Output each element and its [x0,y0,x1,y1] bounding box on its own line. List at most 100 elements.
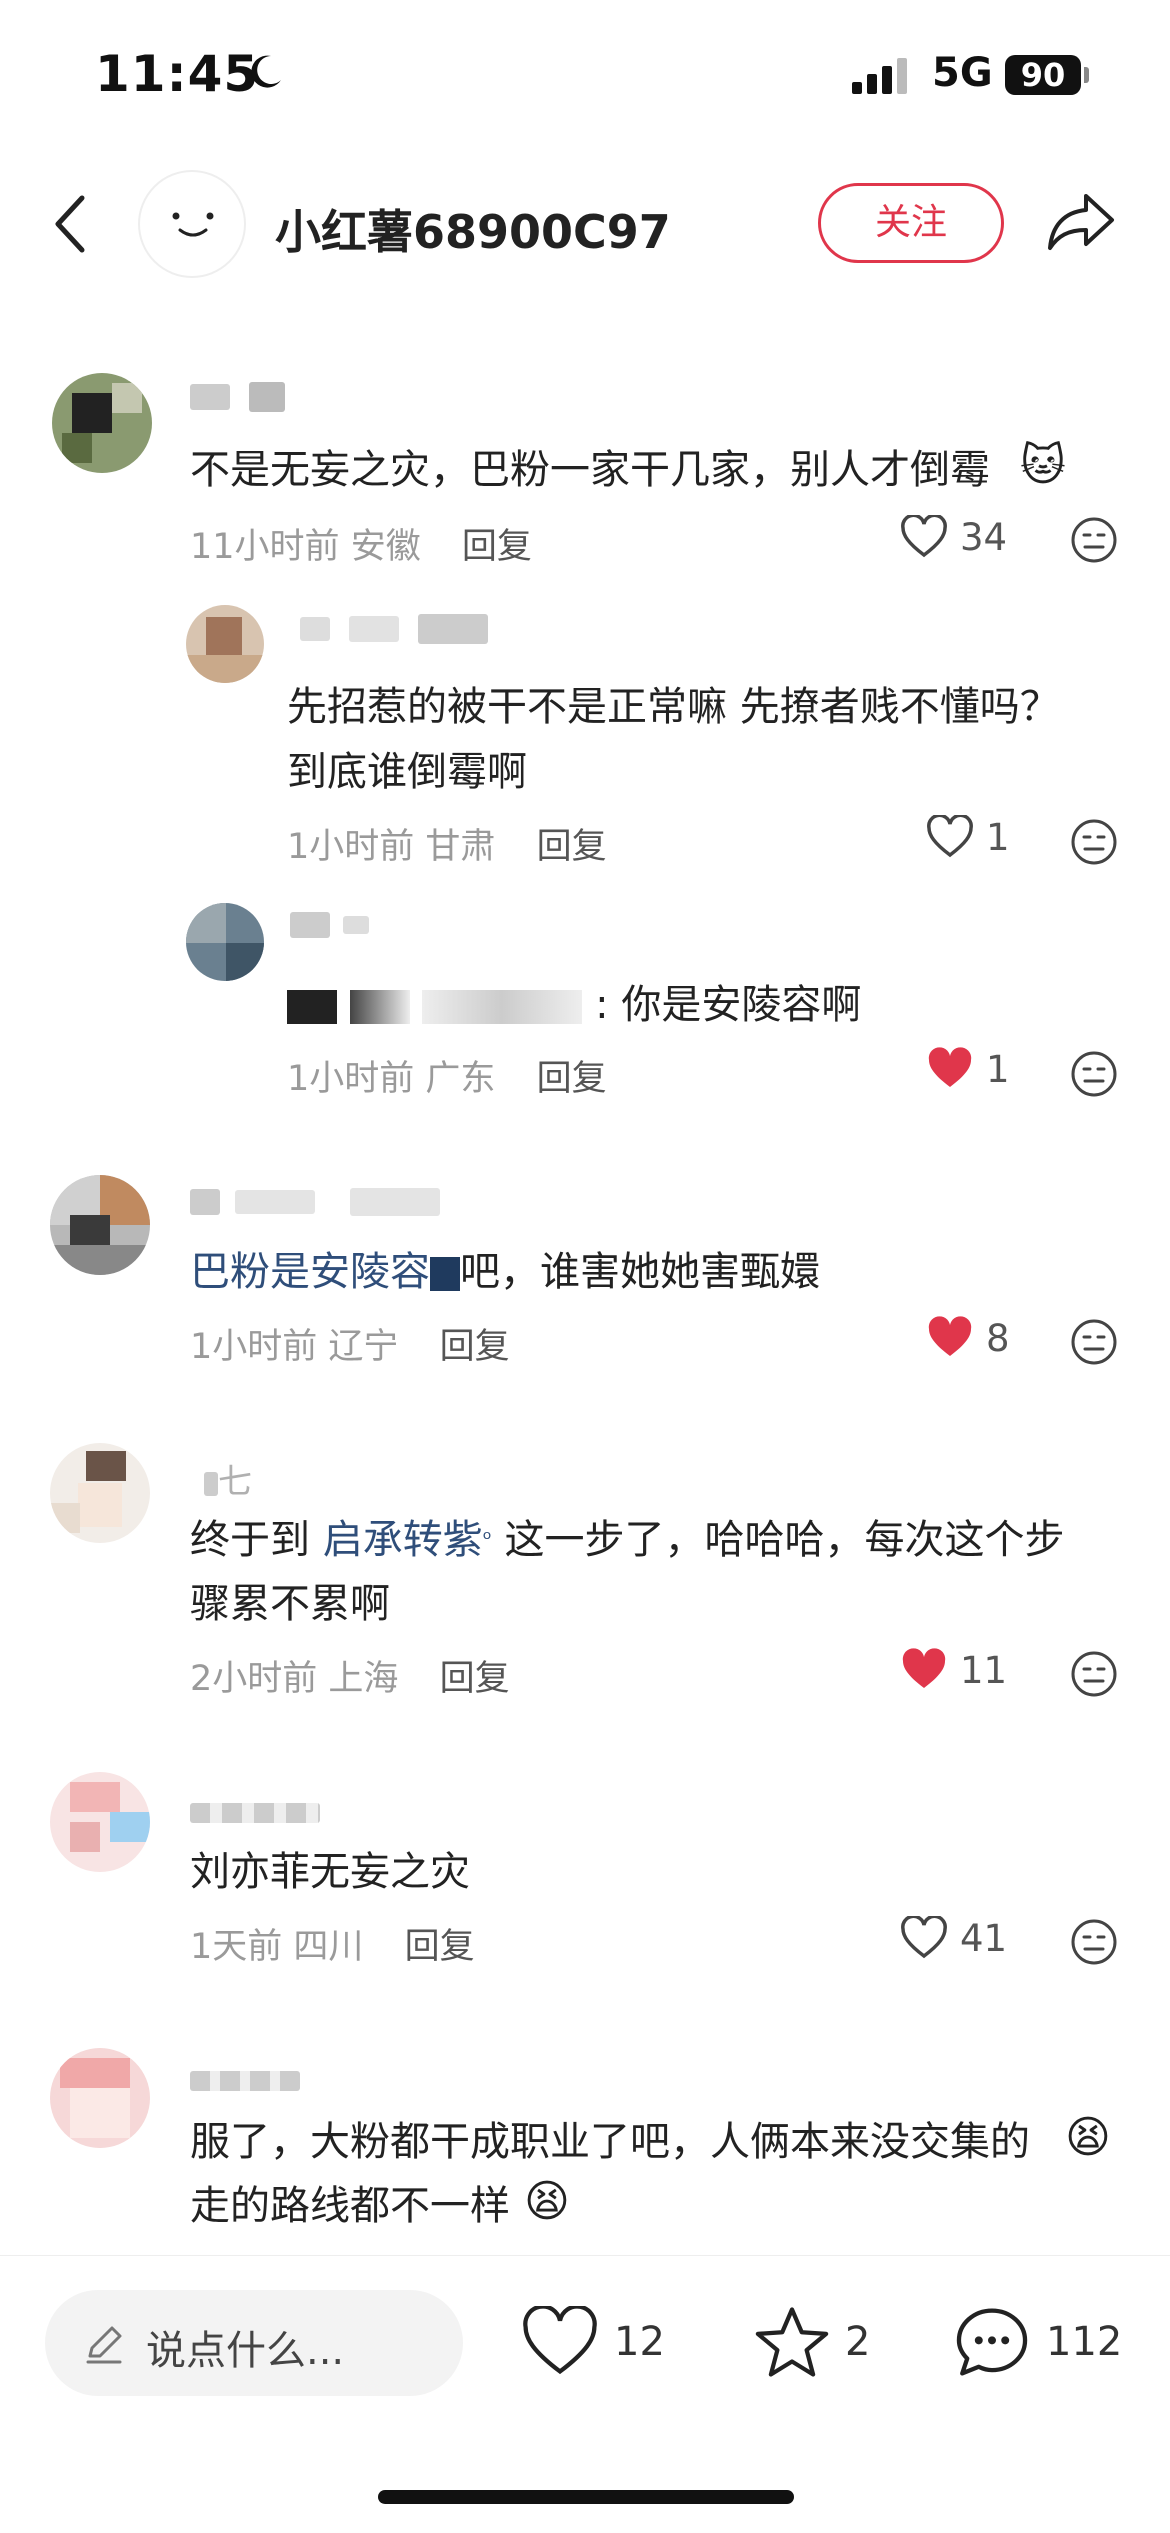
battery-tip [1084,67,1089,83]
comment-username-text: 七 [218,1462,252,1502]
comment-input-placeholder: 说点什么... [146,2328,345,2374]
comment-bubble-icon [956,2308,1028,2376]
comment-location: 上海 [328,1659,399,1699]
comment-location: 四川 [293,1927,364,1967]
comment-username[interactable] [190,382,286,412]
back-icon[interactable] [50,192,90,256]
dislike-face-icon[interactable] [1070,1650,1118,1698]
comment-avatar[interactable] [50,2048,150,2148]
post-like-count: 12 [614,2319,665,2365]
comment-text-rest: 这一步了，哈哈哈，每次这个步 [491,1517,1065,1563]
cat-emoji-icon: 🐱 [1020,440,1066,491]
dislike-face-icon[interactable] [1070,1318,1118,1366]
comment-username[interactable]: 七 [204,1454,252,1503]
reply-username[interactable] [300,614,489,644]
post-comment-button[interactable]: 112 [952,2304,1122,2380]
heart-outline-icon [901,515,947,558]
topic-link-label: 启承转紫 [322,1517,483,1563]
post-comment-count: 112 [1046,2319,1123,2365]
like-count: 11 [960,1648,1008,1692]
comment-location: 安徽 [350,527,421,567]
redacted-block [430,1257,460,1291]
moon-icon [251,55,281,88]
reply-avatar[interactable] [186,903,264,981]
comment-username[interactable] [190,1188,441,1216]
mention-redacted [349,990,410,1024]
reply-meta: 1小时前 甘肃 回复 [287,818,607,869]
like-count: 41 [960,1916,1008,1960]
star-outline-icon [755,2307,829,2377]
comment-text-line1: 服了，大粉都干成职业了吧，人俩本来没交集的 [190,2119,1030,2165]
comment-meta: 2小时前 上海 回复 [190,1650,510,1701]
comment-avatar[interactable] [50,1175,150,1275]
dislike-face-icon[interactable] [1070,1050,1118,1098]
reply-button[interactable]: 回复 [440,1327,510,1367]
comment-text-prefix: 终于到 [190,1517,323,1563]
reply-button[interactable]: 回复 [462,527,532,567]
follow-button[interactable]: 关注 [818,183,1004,263]
dislike-face-icon[interactable] [1070,516,1118,564]
comment-text: 刘亦菲无妄之灾 [190,1849,470,1895]
like-button[interactable]: 34 [900,515,1007,559]
topic-link[interactable]: 巴粉是安陵容 [190,1249,430,1295]
reply-button[interactable]: 回复 [537,827,607,867]
reply-button[interactable]: 回复 [405,1927,475,1967]
reply-time: 1小时前 [287,827,415,867]
heart-outline-icon [523,2306,597,2375]
home-indicator[interactable] [378,2490,794,2504]
comment-avatar[interactable] [52,373,152,473]
reply-text-body: : 你是安陵容啊 [595,982,862,1028]
reply-button[interactable]: 回复 [537,1059,607,1099]
like-button[interactable]: 1 [926,1047,1010,1091]
comment-text-line2: 骤累不累啊 [190,1581,390,1627]
network-label: 5G [932,50,993,96]
reply-time: 1小时前 [287,1059,415,1099]
dislike-face-icon[interactable] [1070,818,1118,866]
crying-emoji-icon: 😫 [524,2176,570,2227]
comment-time: 1小时前 [190,1327,318,1367]
comment-text-line2: 走的路线都不一样 [190,2183,510,2229]
reply-meta: 1小时前 广东 回复 [287,1050,607,1101]
post-favorite-button[interactable]: 2 [753,2304,870,2380]
post-like-button[interactable]: 12 [520,2306,665,2378]
comment-avatar[interactable] [50,1772,150,1872]
comment-username[interactable] [190,2070,300,2091]
heart-outline-icon [927,815,973,858]
comment-time: 2小时前 [190,1659,318,1699]
comment-avatar[interactable] [50,1443,150,1543]
like-button[interactable]: 11 [900,1648,1007,1692]
share-icon[interactable] [1046,190,1118,252]
like-button[interactable]: 8 [926,1316,1010,1360]
like-count: 34 [960,515,1008,559]
reply-button[interactable]: 回复 [440,1659,510,1699]
like-button[interactable]: 41 [900,1916,1007,1960]
pencil-icon [86,2326,122,2364]
reply-username[interactable] [290,912,370,938]
reply-text: : 你是安陵容啊 [287,973,861,1037]
like-count: 8 [986,1316,1010,1360]
battery-indicator: 90 [1005,55,1081,95]
topic-link[interactable]: 启承转紫ᵒ [323,1517,492,1563]
post-favorite-count: 2 [845,2319,871,2365]
comment-meta: 1小时前 辽宁 回复 [190,1318,510,1369]
reply-location: 广东 [425,1059,496,1099]
dislike-face-icon[interactable] [1070,1918,1118,1966]
author-username[interactable]: 小红薯68900C97 [275,196,671,262]
comment-text-line1: 终于到 启承转紫ᵒ 这一步了，哈哈哈，每次这个步 [190,1508,1065,1572]
comment-text-body: 吧，谁害她她害甄嬛 [460,1249,820,1295]
author-avatar[interactable] [138,170,246,278]
reply-location: 甘肃 [425,827,496,867]
reply-avatar[interactable] [186,605,264,683]
heart-outline-icon [901,1916,947,1959]
heart-filled-icon [928,1047,972,1087]
heart-filled-icon [902,1648,946,1688]
reply-text-line1: 先招惹的被干不是正常嘛 先撩者贱不懂吗？ [287,684,1060,730]
comment-meta: 11小时前 安徽 回复 [190,518,532,569]
comment-username[interactable] [190,1802,320,1823]
search-small-icon: ᵒ [482,1527,492,1552]
like-button[interactable]: 1 [926,815,1010,859]
comment-time: 1天前 [190,1927,283,1967]
like-count: 1 [986,1047,1010,1091]
mention-redacted [422,990,583,1024]
like-count: 1 [986,815,1010,859]
